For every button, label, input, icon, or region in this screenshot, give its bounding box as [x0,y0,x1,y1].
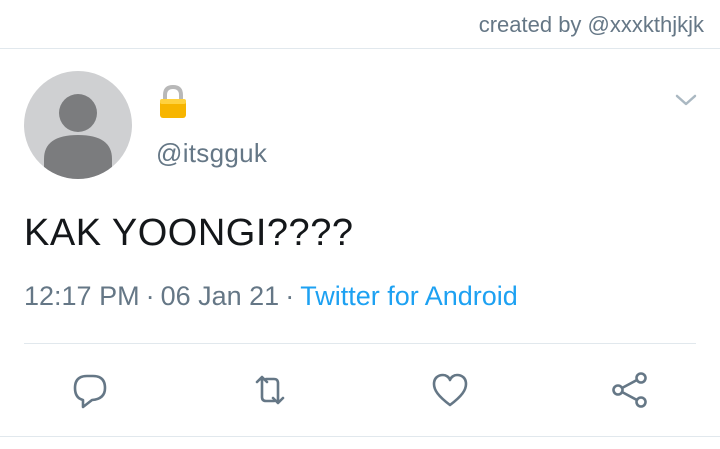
creator-credit: created by @xxxkthjkjk [478,12,704,37]
lock-icon [156,84,190,125]
divider [0,436,720,437]
like-button[interactable] [430,370,470,410]
tweet-date: 06 Jan 21 [160,281,280,311]
meta-separator: · [285,281,295,311]
chevron-down-icon[interactable] [672,90,700,115]
user-handle[interactable]: @itsgguk [156,138,267,169]
tweet-time: 12:17 PM [24,281,140,311]
default-avatar-icon [44,94,112,179]
tweet-meta: 12:17 PM · 06 Jan 21 · Twitter for Android [24,281,518,312]
share-button[interactable] [610,370,650,410]
header-bar: created by @xxxkthjkjk [0,0,720,49]
reply-button[interactable] [70,370,110,410]
tweet-source-link[interactable]: Twitter for Android [300,281,518,311]
retweet-button[interactable] [250,370,290,410]
reply-icon [73,374,107,409]
like-icon [432,373,468,407]
divider [24,343,696,344]
share-icon [612,372,647,408]
retweet-icon [255,375,285,405]
avatar[interactable] [24,71,132,179]
tweet-text: KAK YOONGI???? [24,212,354,254]
meta-separator: · [145,281,155,311]
